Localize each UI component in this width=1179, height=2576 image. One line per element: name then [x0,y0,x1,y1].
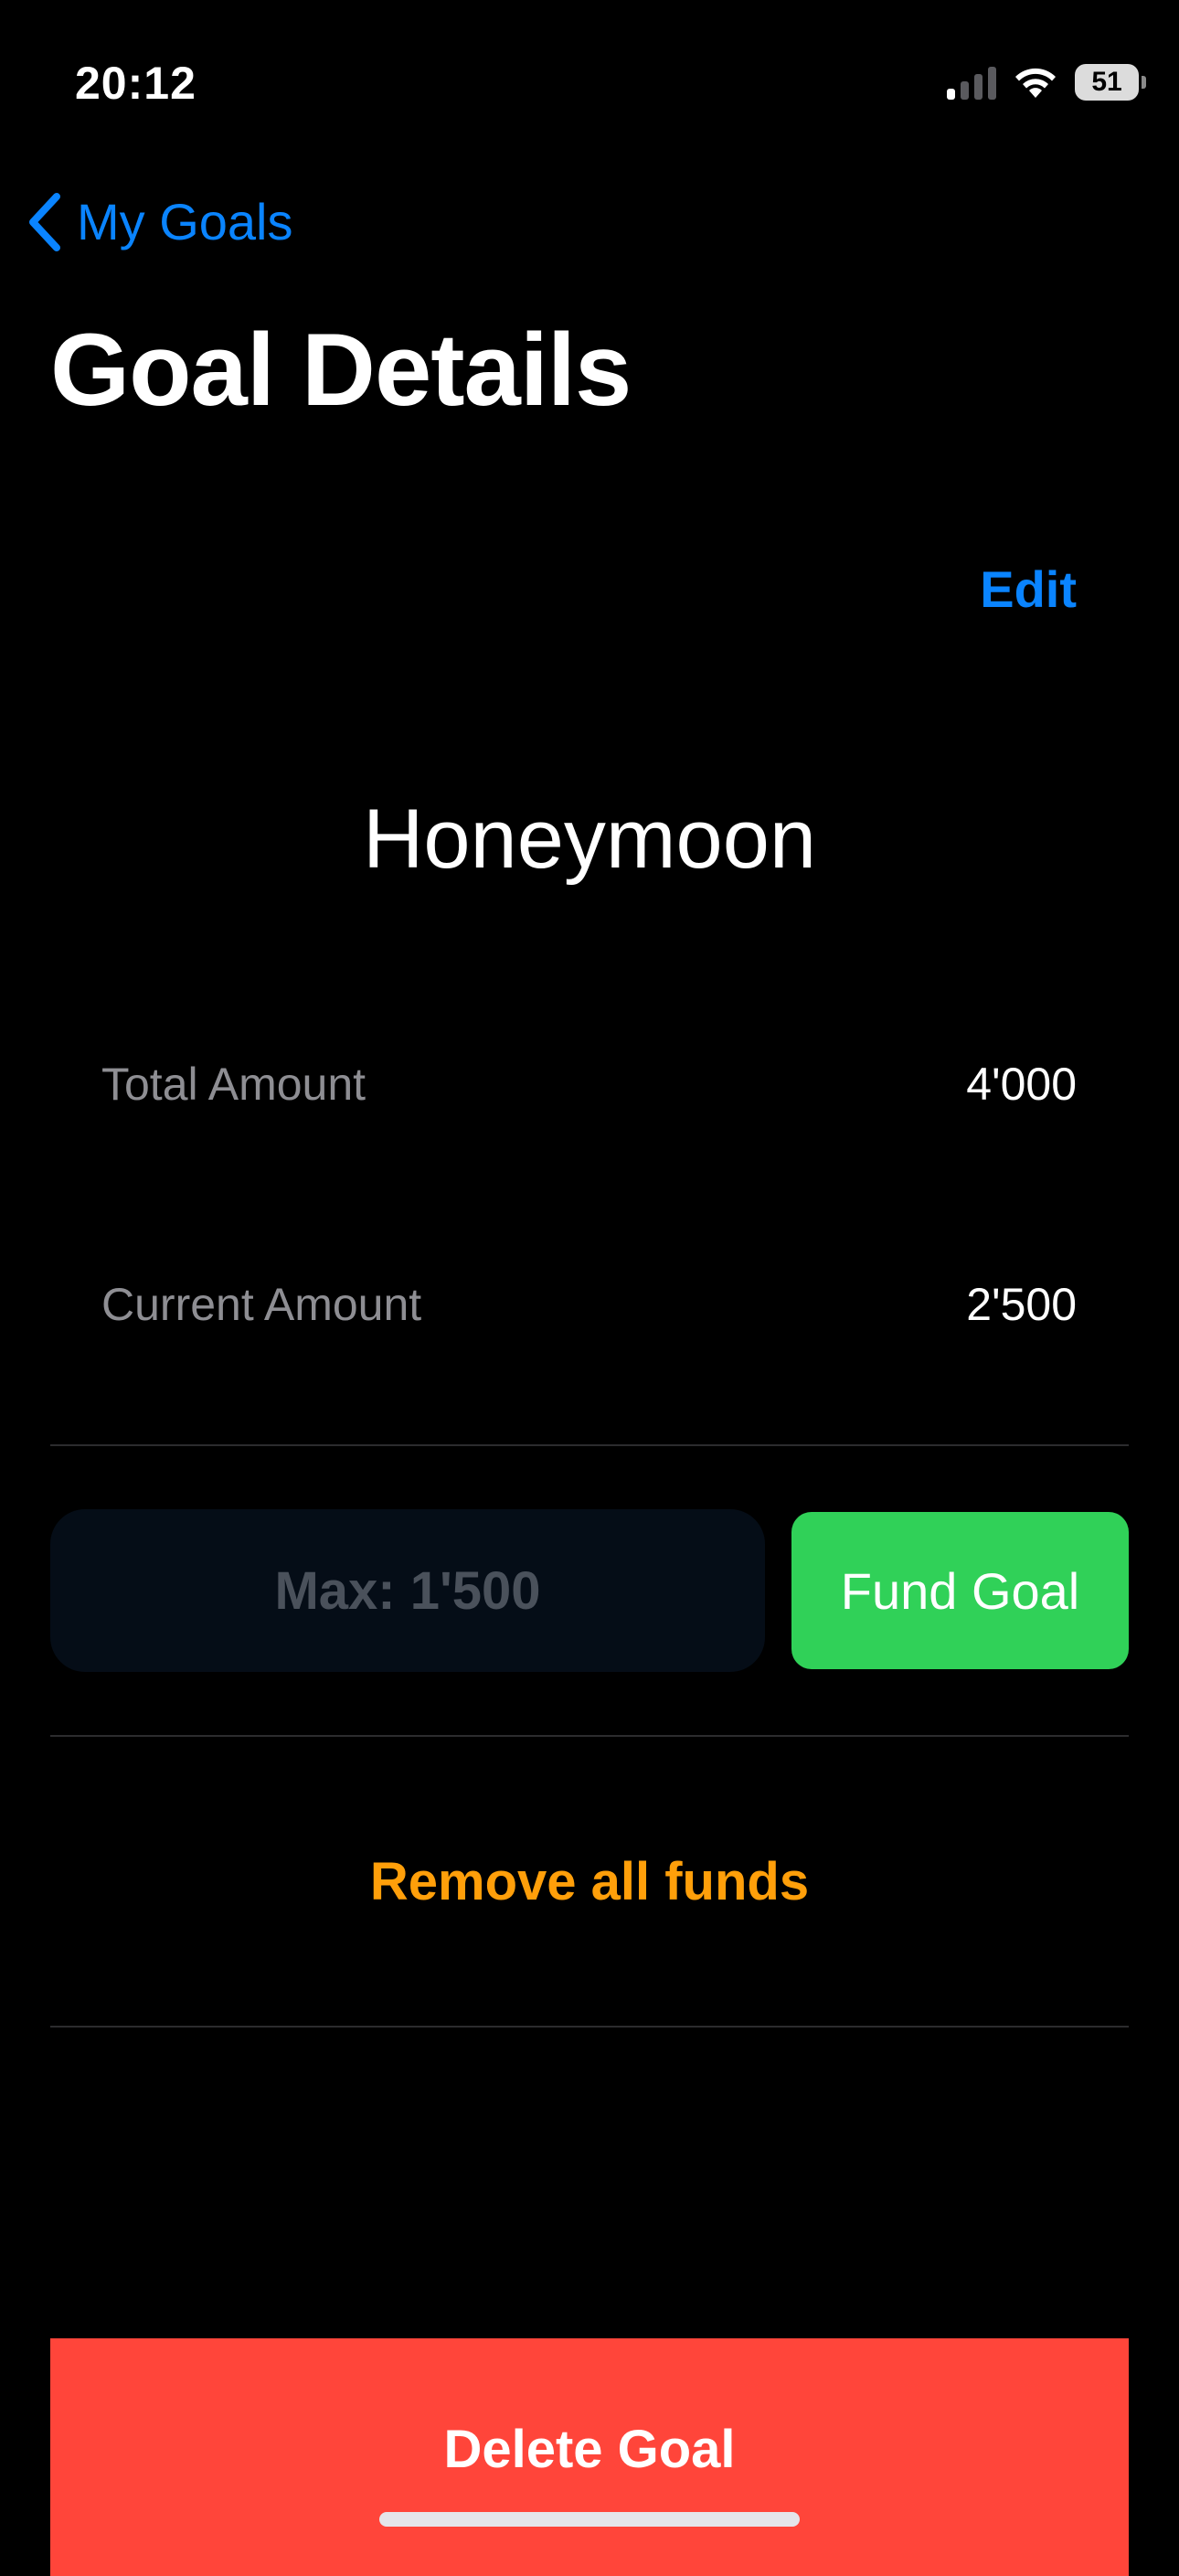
chevron-left-icon [29,192,60,251]
divider [50,1444,1129,1446]
goal-name: Honeymoon [362,793,817,886]
back-button[interactable]: My Goals [27,192,293,251]
fund-goal-button[interactable]: Fund Goal [791,1512,1129,1669]
back-label: My Goals [77,193,293,250]
battery-level: 51 [1091,67,1122,97]
current-amount-label: Current Amount [101,1279,422,1330]
signal-icon [947,65,996,100]
delete-goal-label: Delete Goal [443,2420,736,2479]
delete-goal-button[interactable]: Delete Goal [50,2338,1129,2576]
home-indicator [379,2512,800,2527]
page-title: Goal Details [50,313,632,427]
total-amount-value: 4'000 [966,1059,1077,1110]
status-icons: 51 [947,64,1146,101]
divider [50,1735,1129,1737]
battery-icon: 51 [1075,64,1146,101]
edit-button[interactable]: Edit [980,559,1077,619]
wifi-icon [1015,68,1056,98]
divider [50,2026,1129,2028]
fund-amount-input[interactable] [50,1509,765,1672]
total-amount-label: Total Amount [101,1059,366,1110]
status-time: 20:12 [75,58,196,109]
remove-all-funds-button[interactable]: Remove all funds [0,1851,1179,1912]
current-amount-value: 2'500 [966,1279,1077,1330]
